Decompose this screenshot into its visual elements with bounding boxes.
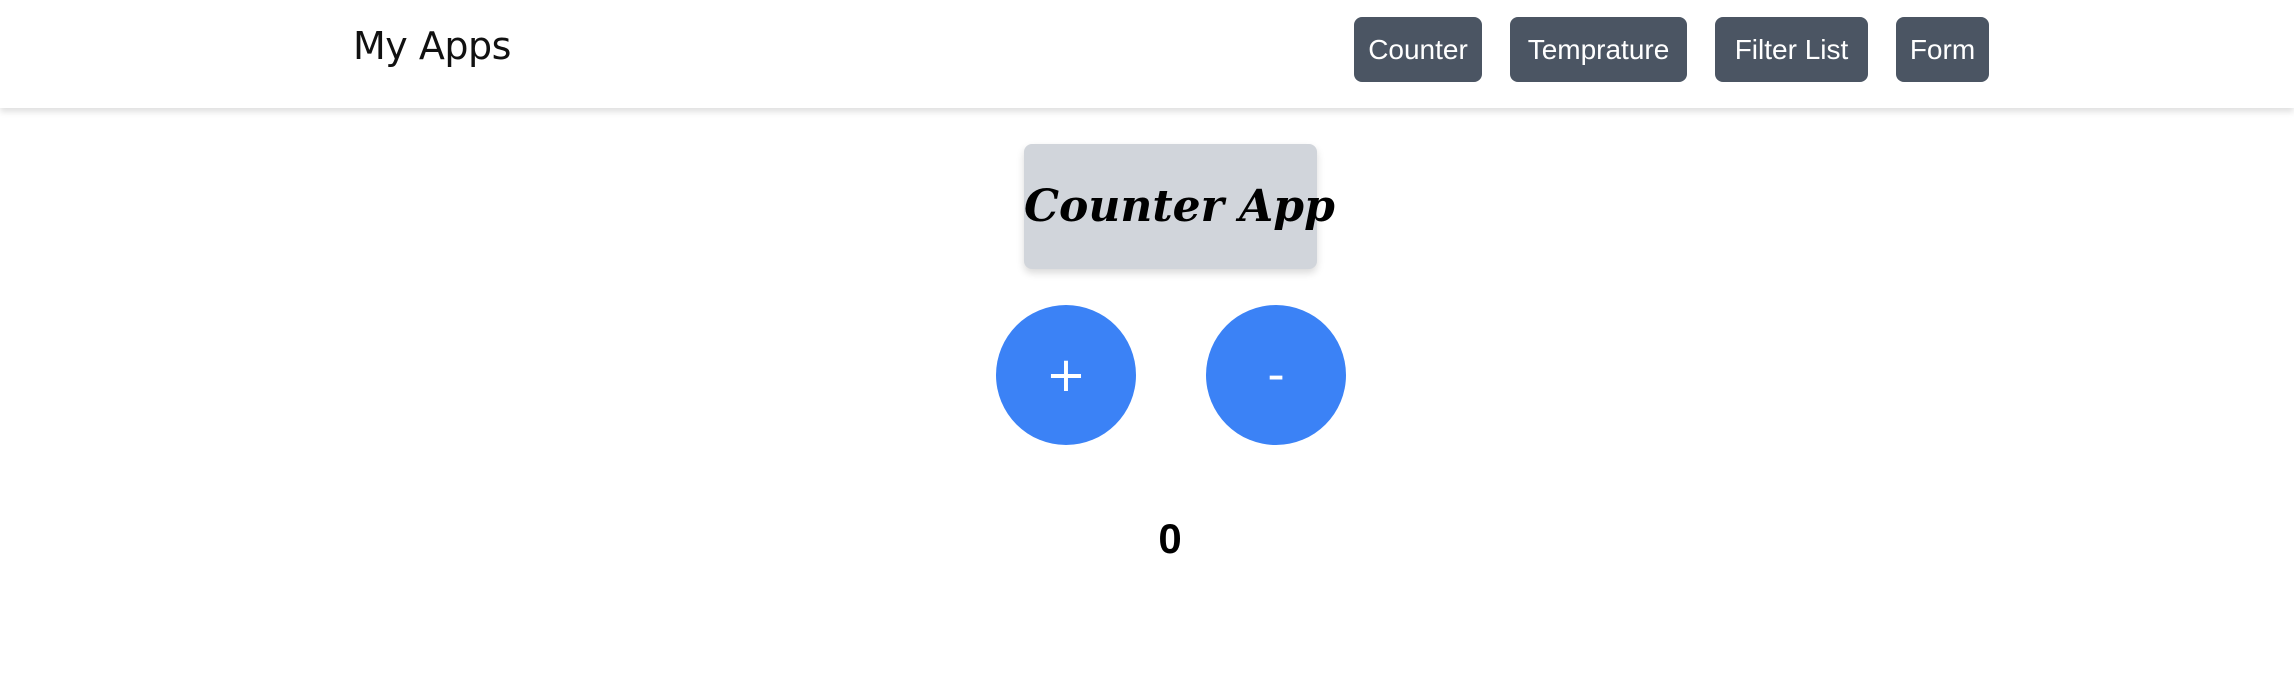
navbar: My Apps Counter Temprature Filter List F…	[0, 0, 2294, 108]
nav-button-form[interactable]: Form	[1896, 17, 1989, 82]
nav-button-filter-list[interactable]: Filter List	[1715, 17, 1868, 82]
nav-button-temprature[interactable]: Temprature	[1510, 17, 1687, 82]
app-title: Counter App	[1024, 181, 1335, 232]
app-title-card: Counter App	[1024, 144, 1335, 269]
increment-button[interactable]: +	[996, 305, 1136, 445]
decrement-button[interactable]: -	[1206, 305, 1346, 445]
nav-button-counter[interactable]: Counter	[1354, 17, 1482, 82]
brand-title[interactable]: My Apps	[353, 24, 511, 68]
counter-value: 0	[1158, 515, 1182, 562]
